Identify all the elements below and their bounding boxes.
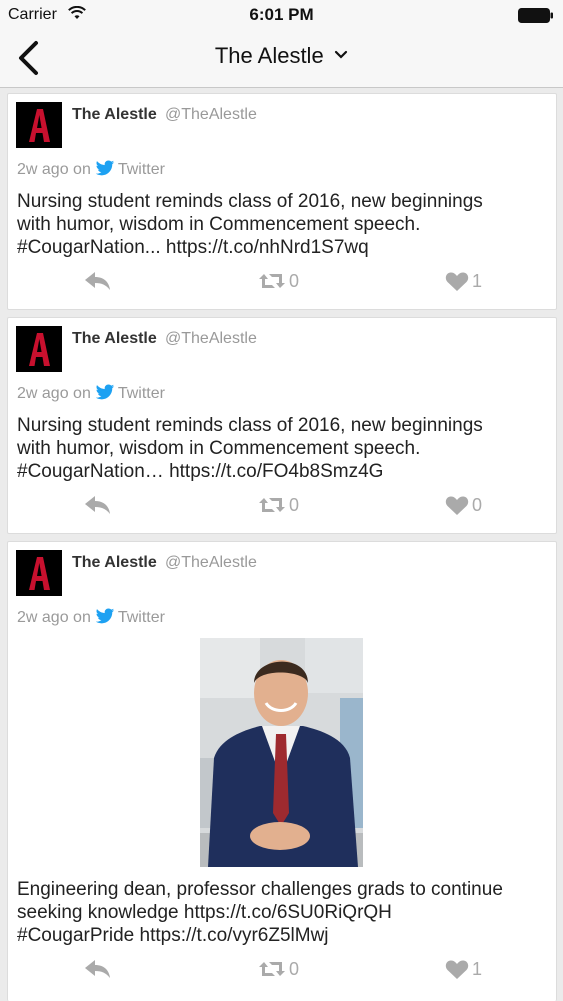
status-time: 6:01 PM [249, 5, 314, 24]
retweet-count: 0 [289, 494, 300, 515]
page-title: The Alestle [214, 43, 324, 68]
avatar[interactable] [16, 550, 62, 596]
tweet-text-line[interactable]: #CougarNation... https://t.co/nhNrd1S7wq [17, 236, 547, 259]
alestle-logo [16, 550, 62, 596]
author-name[interactable]: The Alestle [72, 554, 157, 572]
tweet-card[interactable]: The Alestle @TheAlestle 2w ago on Twitter… [7, 317, 557, 534]
tweet-meta: 2w ago on Twitter [17, 608, 165, 630]
tweet-text-line[interactable]: seeking knowledge https://t.co/6SU0RiQrQ… [17, 901, 547, 924]
chevron-down-icon [334, 47, 348, 65]
tweet-text-line[interactable]: #CougarPride https://t.co/vyr6Z5lMwj [17, 924, 547, 947]
retweet-button[interactable]: 0 [258, 270, 299, 292]
source-label[interactable]: Twitter [118, 609, 165, 626]
heart-icon [445, 272, 469, 291]
retweet-count: 0 [289, 958, 300, 979]
alestle-logo [16, 102, 62, 148]
author-name[interactable]: The Alestle [72, 106, 157, 124]
tweet-text-line: Nursing student reminds class of 2016, n… [17, 191, 483, 212]
retweet-button[interactable]: 0 [258, 958, 299, 980]
title-menu-button[interactable]: The Alestle [0, 43, 563, 69]
retweet-button[interactable]: 0 [258, 494, 299, 516]
twitter-bird-icon [95, 608, 115, 630]
heart-icon [445, 960, 469, 979]
tweet-meta: 2w ago on Twitter [17, 384, 165, 406]
like-count: 1 [472, 958, 483, 979]
heart-icon [445, 496, 469, 515]
author-name[interactable]: The Alestle [72, 330, 157, 348]
tweet-text-line: Nursing student reminds class of 2016, n… [17, 415, 483, 436]
tweet-photo[interactable] [200, 638, 363, 867]
navigation-bar: The Alestle [0, 30, 563, 88]
source-label[interactable]: Twitter [118, 161, 165, 178]
tweet-actions: 0 1 [8, 958, 556, 988]
like-button[interactable]: 1 [445, 270, 482, 292]
retweet-count: 0 [289, 270, 300, 291]
tweet-meta: 2w ago on Twitter [17, 160, 165, 182]
like-button[interactable]: 1 [445, 958, 482, 980]
timestamp: 2w ago on [17, 385, 91, 402]
retweet-icon [259, 274, 285, 289]
timestamp: 2w ago on [17, 161, 91, 178]
twitter-bird-icon [95, 384, 115, 406]
author-handle[interactable]: @TheAlestle [165, 554, 257, 572]
twitter-bird-icon [95, 160, 115, 182]
like-count: 0 [472, 494, 483, 515]
tweet-text-line: Engineering dean, professor challenges g… [17, 879, 503, 900]
timestamp: 2w ago on [17, 609, 91, 626]
author-handle[interactable]: @TheAlestle [165, 106, 257, 124]
reply-button[interactable] [84, 494, 112, 515]
tweet-card[interactable]: The Alestle @TheAlestle 2w ago on Twitter… [7, 93, 557, 310]
tweet-text-line: with humor, wisdom in Commencement speec… [17, 214, 421, 235]
author-handle[interactable]: @TheAlestle [165, 330, 257, 348]
alestle-logo [16, 326, 62, 372]
avatar[interactable] [16, 102, 62, 148]
reply-icon [85, 960, 110, 979]
tweet-card[interactable]: The Alestle @TheAlestle 2w ago on Twitter… [7, 541, 557, 1001]
status-bar: Carrier 6:01 PM [0, 0, 563, 30]
tweet-text-line[interactable]: #CougarNation… https://t.co/FO4b8Smz4G [17, 460, 547, 483]
tweet-text: Nursing student reminds class of 2016, n… [17, 414, 547, 483]
avatar[interactable] [16, 326, 62, 372]
retweet-icon [259, 498, 285, 513]
reply-button[interactable] [84, 270, 112, 291]
reply-icon [85, 272, 110, 291]
tweet-text-line: with humor, wisdom in Commencement speec… [17, 438, 421, 459]
person-photo [200, 638, 363, 867]
tweet-actions: 0 1 [8, 270, 556, 300]
reply-icon [85, 496, 110, 515]
like-button[interactable]: 0 [445, 494, 482, 516]
tweet-text: Nursing student reminds class of 2016, n… [17, 190, 547, 259]
like-count: 1 [472, 270, 483, 291]
retweet-icon [259, 962, 285, 977]
tweet-actions: 0 0 [8, 494, 556, 524]
source-label[interactable]: Twitter [118, 385, 165, 402]
reply-button[interactable] [84, 958, 112, 979]
tweet-text: Engineering dean, professor challenges g… [17, 878, 547, 947]
battery-icon [518, 8, 554, 23]
